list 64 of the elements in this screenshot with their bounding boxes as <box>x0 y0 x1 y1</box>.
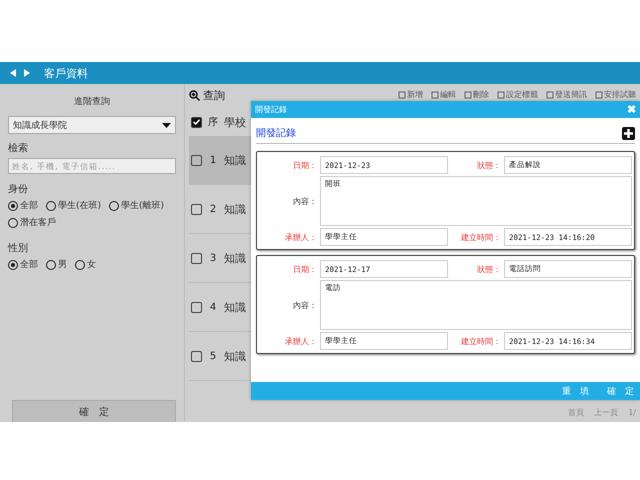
radio-option[interactable]: 全部 <box>8 199 38 212</box>
row-checkbox[interactable] <box>191 350 202 362</box>
column-header: 序 <box>207 116 219 129</box>
toolbar-button[interactable]: 刪除 <box>464 89 489 100</box>
tool-icon <box>546 90 554 98</box>
dialog-title: 開發記錄 <box>255 104 287 115</box>
group-label: 身份 <box>8 183 29 196</box>
field-label: 內容： <box>292 300 317 310</box>
radio-option[interactable]: 男 <box>46 258 67 271</box>
tool-icon <box>595 90 603 98</box>
field-label: 承辦人： <box>284 336 317 346</box>
radio-option[interactable]: 學生(在班) <box>46 199 102 212</box>
query-button[interactable]: 查詢 <box>189 88 225 103</box>
radio-option[interactable]: 學生(離班) <box>109 199 164 212</box>
toolbar-button[interactable]: 設定標籤 <box>497 89 538 100</box>
column-header: 學校 <box>224 114 246 130</box>
dropdown-icon <box>162 122 171 128</box>
select-all-checkbox[interactable] <box>191 116 202 128</box>
confirm-button[interactable]: 確 定 <box>12 400 176 422</box>
field-label: 狀態： <box>476 160 501 170</box>
field-label: 狀態： <box>476 264 501 274</box>
toolbar-button[interactable]: 新增 <box>398 89 423 100</box>
table-cell-text: 1 <box>208 154 218 166</box>
tool-icon <box>431 90 439 98</box>
section-heading: 開發記錄 <box>256 126 296 140</box>
field-label: 檢索 <box>8 142 29 155</box>
field-label: 內容： <box>292 196 317 206</box>
row-checkbox[interactable] <box>191 252 202 264</box>
table-cell-text: 2 <box>208 204 218 214</box>
zoom-in-icon <box>189 90 200 101</box>
table-cell-text: 5 <box>208 350 218 362</box>
toolbar-button[interactable]: 安排試聽 <box>595 89 636 100</box>
toolbar-button[interactable]: 發送簡訊 <box>546 89 587 100</box>
tool-icon <box>497 90 505 98</box>
toolbar-button[interactable]: 編輯 <box>431 89 456 100</box>
field-label: 建立時間： <box>460 232 501 242</box>
field-label: 日期： <box>292 160 317 170</box>
left-arrow-icon[interactable] <box>10 69 16 77</box>
field-label: 建立時間： <box>460 336 501 346</box>
table-cell: 知識 <box>224 202 246 216</box>
row-checkbox[interactable] <box>191 302 202 312</box>
field-label: 日期： <box>292 264 317 274</box>
table-cell: 知識 <box>224 250 246 266</box>
field-label: 承辦人： <box>284 232 317 242</box>
table-cell-text: 4 <box>208 302 218 312</box>
row-checkbox[interactable] <box>191 154 202 166</box>
plus-icon <box>624 128 633 138</box>
group-label: 性別 <box>8 242 29 255</box>
table-cell-text: 3 <box>208 252 218 264</box>
search-field[interactable]: 姓名, 手機, 電子信箱..... <box>8 158 176 174</box>
radio-option[interactable]: 全部 <box>8 258 38 271</box>
table-cell: 知識 <box>224 348 246 364</box>
panel-title: 進階查詢 <box>73 96 111 108</box>
page-title: 客戶資料 <box>44 66 88 80</box>
row-checkbox[interactable] <box>191 204 202 214</box>
radio-option[interactable]: 潛在客戶 <box>8 216 56 229</box>
radio-option[interactable]: 女 <box>75 258 96 271</box>
right-arrow-icon[interactable] <box>24 69 30 77</box>
school-select[interactable]: 知識成長學院 <box>8 116 176 134</box>
tool-icon <box>464 90 472 98</box>
add-button[interactable] <box>622 126 635 140</box>
tool-icon <box>398 90 406 98</box>
table-cell: 知識 <box>224 152 246 168</box>
table-cell: 知識 <box>224 300 246 314</box>
